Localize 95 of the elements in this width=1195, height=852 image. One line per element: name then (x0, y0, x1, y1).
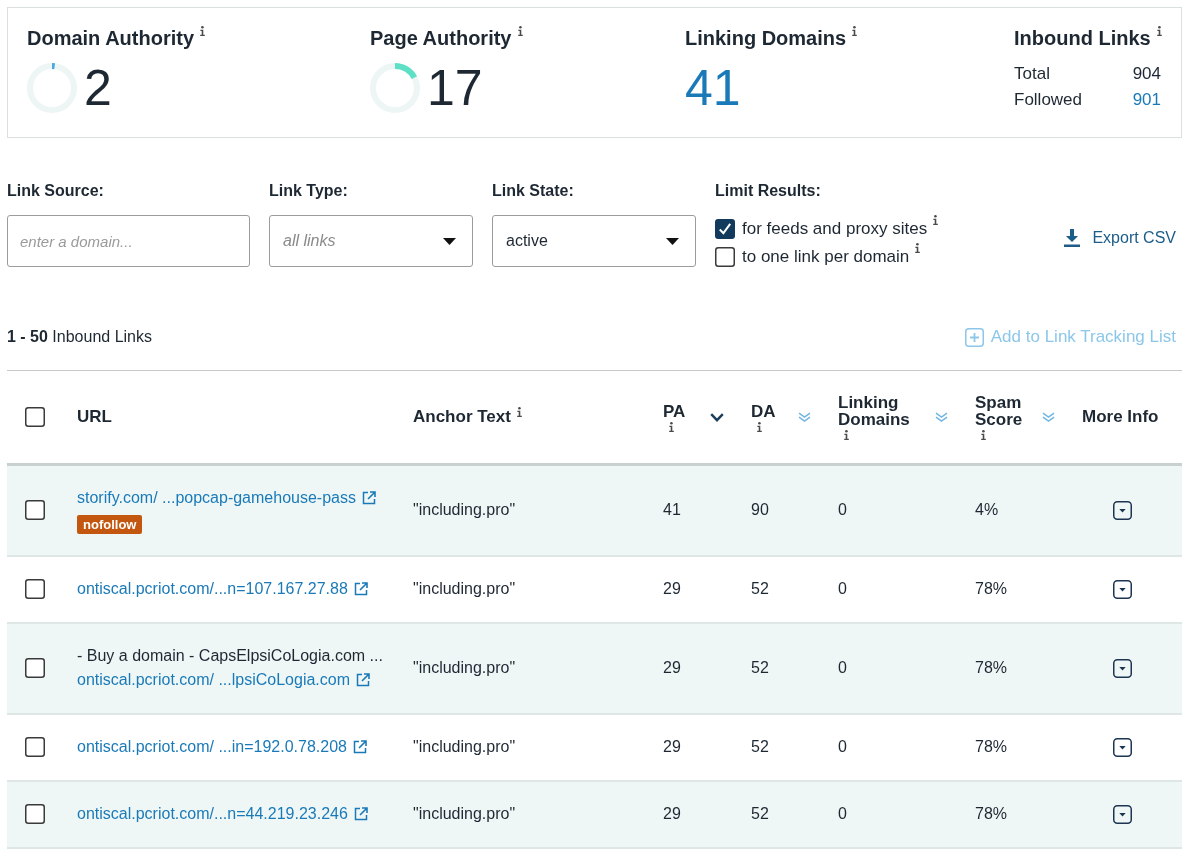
field-label: Link Type: (269, 181, 349, 201)
checkbox[interactable] (25, 804, 45, 824)
table-cell: 0 (838, 805, 847, 822)
info-icon[interactable] (915, 243, 921, 253)
caret-icon (666, 237, 679, 245)
table-cell: 52 (751, 805, 769, 822)
table-cell: 52 (751, 738, 769, 755)
more-info-button[interactable] (1113, 658, 1132, 678)
metric-title: Domain Authority (27, 26, 195, 50)
table-cell: 29 (663, 805, 681, 822)
table-cell: 52 (751, 580, 769, 597)
plus-square-icon (964, 327, 984, 347)
table-cell: 0 (838, 738, 847, 755)
info-icon[interactable] (200, 26, 206, 36)
table-cell: "including.pro" (413, 805, 516, 822)
table-cell: 0 (838, 580, 847, 597)
checkbox[interactable] (25, 658, 45, 678)
table-cell: "including.pro" (413, 738, 516, 755)
checkbox[interactable] (25, 579, 45, 599)
chevron-down-icon[interactable] (710, 412, 724, 422)
table-cell: 29 (663, 738, 681, 755)
column-header: Anchor Text (413, 407, 511, 427)
nofollow-tag: nofollow (77, 515, 143, 534)
table-cell: 29 (663, 580, 681, 597)
table-cell: 90 (751, 501, 769, 518)
more-info-button[interactable] (1113, 500, 1132, 520)
metric-value: 2 (84, 63, 112, 113)
url-link[interactable]: ontiscal.pcriot.com/ ...in=192.0.78.208 (77, 735, 367, 759)
table-cell: 78% (975, 659, 1008, 676)
column-header: DA (751, 402, 776, 420)
url-link[interactable]: ontiscal.pcriot.com/...n=44.219.23.246 (77, 802, 368, 826)
dropdown[interactable]: active (492, 215, 696, 267)
column-header: Linking Domains (838, 394, 911, 428)
metric-title: Inbound Links (1014, 26, 1151, 50)
metric-value[interactable]: 41 (685, 63, 741, 113)
table-cell: 78% (975, 805, 1008, 822)
external-link-icon (356, 673, 370, 687)
more-info-button[interactable] (1113, 804, 1132, 824)
table-cell: 52 (751, 659, 769, 676)
column-header: Spam Score (975, 394, 1024, 428)
stat-label: Followed (1014, 89, 1083, 111)
external-link-icon (353, 807, 368, 821)
export-csv-button[interactable]: Export CSV (1064, 227, 1176, 249)
download-icon (1064, 229, 1081, 247)
table-cell: 78% (975, 738, 1008, 755)
checkbox[interactable] (25, 407, 45, 427)
checkbox[interactable] (715, 219, 735, 239)
info-icon[interactable] (1156, 26, 1162, 36)
metric-title: Page Authority (370, 26, 512, 50)
external-link-icon (353, 582, 368, 596)
caret-icon (443, 237, 456, 245)
info-icon[interactable] (933, 215, 939, 225)
table-cell: 29 (663, 659, 681, 676)
table-cell: 41 (663, 501, 681, 518)
info-icon[interactable] (852, 26, 858, 36)
external-link-icon (361, 491, 376, 505)
column-header: More Info (1082, 407, 1159, 427)
info-icon[interactable] (981, 430, 986, 440)
field-label: Link Source: (7, 181, 105, 201)
table-cell: "including.pro" (413, 580, 516, 597)
page-title: - Buy a domain - CapsElpsiCoLogia.com ... (77, 646, 383, 666)
field-label: Link State: (492, 181, 575, 201)
more-info-button[interactable] (1113, 737, 1132, 757)
url-link[interactable]: ontiscal.pcriot.com/ ...lpsiCoLogia.com (77, 668, 370, 692)
info-icon[interactable] (669, 421, 674, 432)
info-icon[interactable] (844, 430, 849, 440)
table-cell: "including.pro" (413, 659, 516, 676)
more-info-button[interactable] (1113, 579, 1132, 599)
checkbox[interactable] (25, 500, 45, 520)
results-count: 1 - 50 Inbound Links (7, 327, 152, 347)
table-cell: 0 (838, 659, 847, 676)
url-link[interactable]: ontiscal.pcriot.com/...n=107.167.27.88 (77, 577, 368, 601)
url-link[interactable]: storify.com/ ...popcap-gamehouse-pass (77, 486, 376, 510)
dropdown[interactable]: all links (269, 215, 473, 267)
checkbox[interactable] (25, 737, 45, 757)
info-icon[interactable] (516, 407, 522, 417)
stat-value[interactable]: 901 (1132, 87, 1161, 113)
table-cell: 4% (975, 501, 999, 518)
table-cell: 78% (975, 580, 1008, 597)
domain-input[interactable]: enter a domain... (7, 215, 250, 267)
checkbox-label: to one link per domain (742, 246, 910, 268)
info-icon[interactable] (517, 26, 523, 36)
stat-value: 904 (1132, 63, 1161, 85)
column-header: URL (77, 407, 112, 427)
metric-title: Linking Domains (685, 26, 847, 50)
checkbox[interactable] (715, 247, 735, 267)
metric-value: 17 (427, 63, 483, 113)
stat-label: Total (1014, 63, 1050, 85)
table-cell: 0 (838, 501, 847, 518)
external-link-icon (352, 740, 367, 754)
checkbox-label: for feeds and proxy sites (742, 218, 928, 240)
info-icon[interactable] (757, 421, 762, 432)
field-label: Limit Results: (715, 181, 822, 201)
table-cell: "including.pro" (413, 501, 516, 518)
column-header: PA (663, 402, 686, 420)
